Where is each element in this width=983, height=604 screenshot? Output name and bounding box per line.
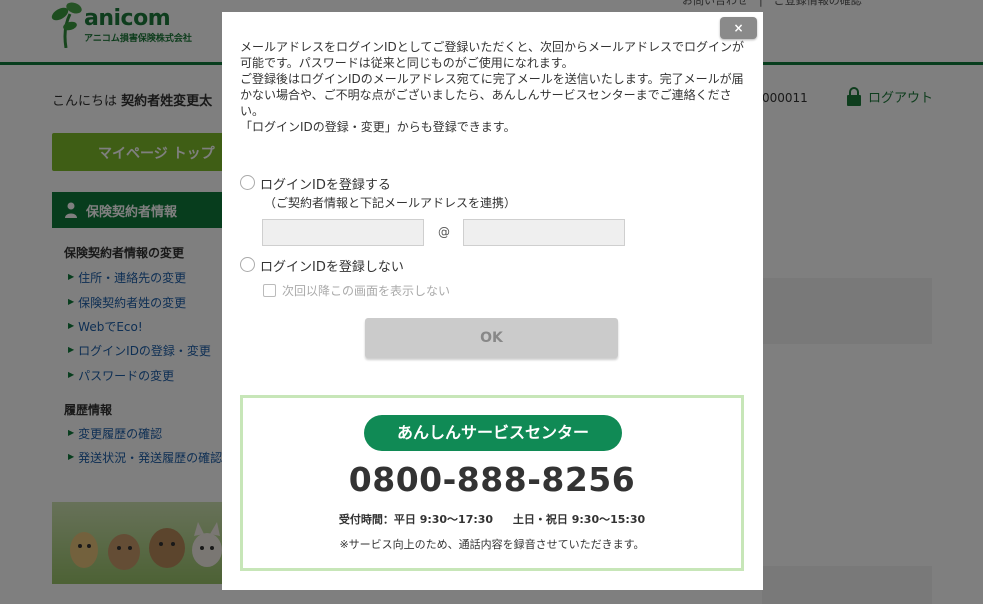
hours-weekday: 受付時間：平日 9:30〜17:30 <box>338 513 494 526</box>
service-phone-number[interactable]: 0800-888-8256 <box>243 460 741 499</box>
register-option[interactable]: ログインIDを登録する （ご契約者情報と下記メールアドレスを連携） <box>240 174 516 211</box>
no-register-radio[interactable] <box>240 257 255 272</box>
intro-paragraph: 「ログインIDの登録・変更」からも登録できます。 <box>240 120 516 134</box>
register-option-note: （ご契約者情報と下記メールアドレスを連携） <box>264 196 517 210</box>
service-center-title: あんしんサービスセンター <box>364 415 622 451</box>
ok-button[interactable]: OK <box>365 318 618 358</box>
skip-label: 次回以降この画面を表示しない <box>282 284 451 298</box>
skip-checkbox[interactable] <box>263 284 276 297</box>
intro-paragraph: メールアドレスをログインIDとしてご登録いただくと、次回からメールアドレスでログ… <box>240 40 744 70</box>
modal-intro-text: メールアドレスをログインIDとしてご登録いただくと、次回からメールアドレスでログ… <box>240 39 750 135</box>
register-option-label: ログインIDを登録する <box>260 178 391 193</box>
email-domain-input[interactable] <box>463 219 625 246</box>
no-register-option-label: ログインIDを登録しない <box>260 260 404 275</box>
recording-notice: ※サービス向上のため、通話内容を録音させていただきます。 <box>339 538 645 551</box>
register-option-text: ログインIDを登録する （ご契約者情報と下記メールアドレスを連携） <box>260 174 516 211</box>
no-register-option[interactable]: ログインIDを登録しない <box>240 256 404 275</box>
intro-paragraph: ご登録後はログインIDのメールアドレス宛てに完了メールを送信いたします。完了メー… <box>240 72 744 118</box>
register-radio[interactable] <box>240 175 255 190</box>
email-at-sign: @ <box>438 225 450 239</box>
close-button[interactable]: × <box>720 17 757 39</box>
service-center-box: あんしんサービスセンター 0800-888-8256 受付時間：平日 9:30〜… <box>240 395 744 571</box>
login-id-modal: × メールアドレスをログインIDとしてご登録いただくと、次回からメールアドレスで… <box>222 12 763 590</box>
hours-weekend: 土日・祝日 9:30〜15:30 <box>512 513 646 526</box>
email-local-input[interactable] <box>262 219 424 246</box>
skip-option[interactable]: 次回以降この画面を表示しない <box>263 282 450 299</box>
service-hours: 受付時間：平日 9:30〜17:30 土日・祝日 9:30〜15:30 <box>243 511 741 527</box>
